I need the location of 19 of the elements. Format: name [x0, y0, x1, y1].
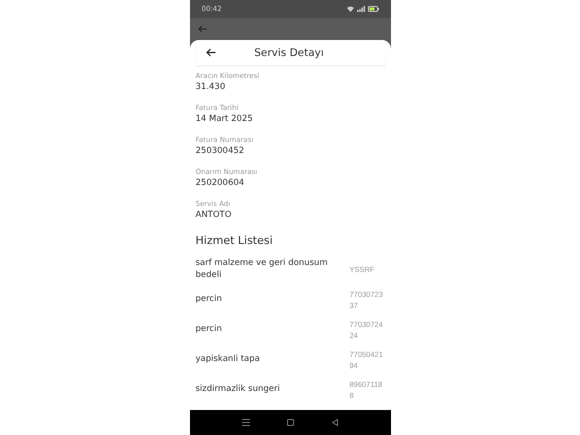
- field-value: 250300452: [196, 146, 246, 156]
- home-icon[interactable]: [287, 419, 294, 426]
- sheet-title: Servis Detayı: [253, 46, 325, 58]
- service-name: yapiskanli tapa: [196, 354, 261, 366]
- service-name: percin: [196, 294, 223, 306]
- field-value: 14 Mart 2025: [196, 114, 254, 124]
- back-icon[interactable]: [332, 419, 338, 426]
- back-arrow-icon[interactable]: [206, 48, 216, 57]
- field-value: 31.430: [196, 82, 226, 92]
- field-value: 250200604: [196, 178, 246, 188]
- field-value: ANTOTO: [196, 210, 232, 220]
- section-title: Hizmet Listesi: [196, 234, 274, 247]
- menu-icon[interactable]: [242, 419, 250, 426]
- service-name: sarf malzeme ve geri donusum bedeli: [196, 258, 329, 282]
- service-name: percin: [196, 324, 223, 336]
- service-name: sizdirmazlik sungeri: [196, 384, 281, 396]
- signal-icon: [356, 6, 364, 12]
- wifi-icon: [346, 6, 354, 12]
- battery-icon: [368, 6, 378, 12]
